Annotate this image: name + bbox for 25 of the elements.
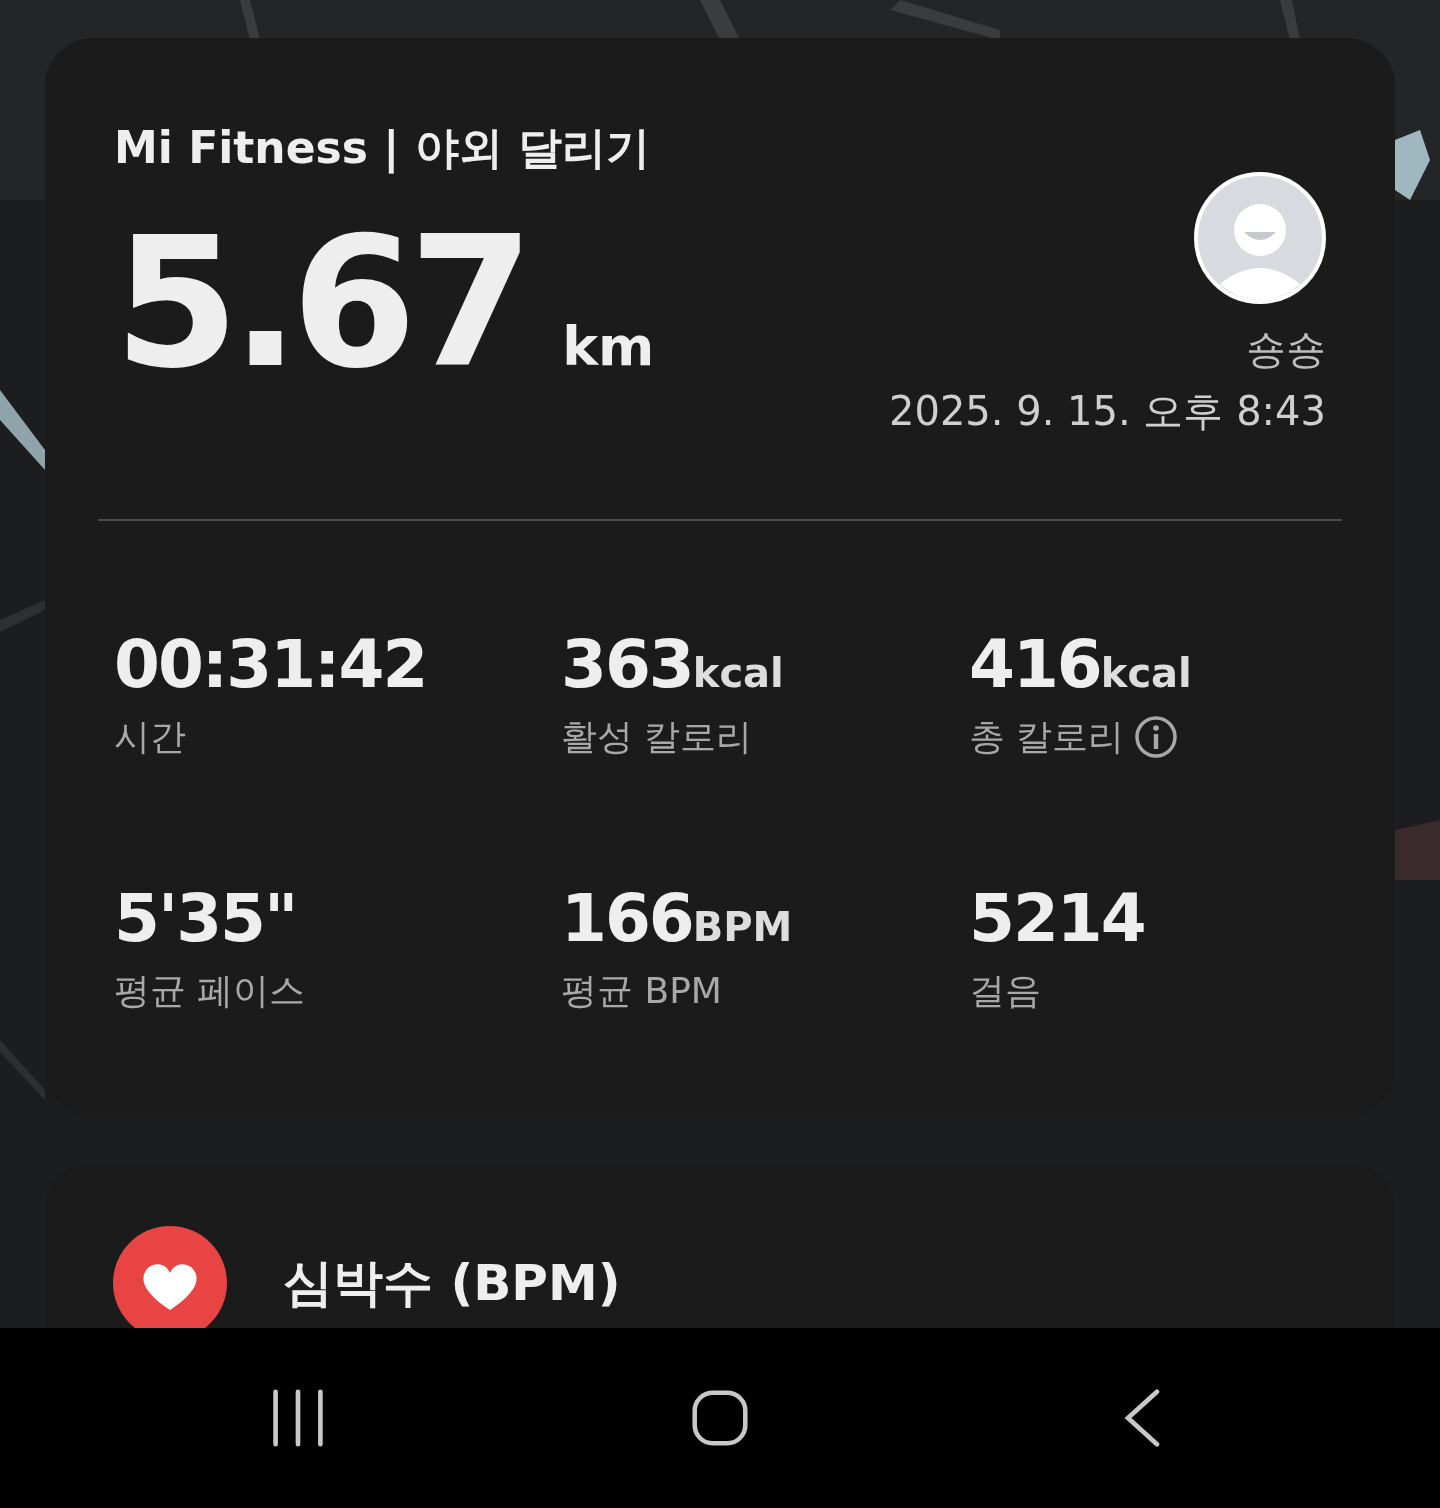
section-title: 심박수 (BPM) <box>283 1253 621 1314</box>
home-icon[interactable] <box>692 1389 748 1447</box>
stat-label: 평균 BPM <box>561 969 722 1013</box>
distance-value: 5.67 <box>114 208 527 398</box>
stat-value: 00:31:42 <box>114 625 427 705</box>
info-icon[interactable] <box>1134 715 1179 759</box>
avatar-icon[interactable] <box>1194 172 1326 304</box>
user-name: 숑숑 <box>1246 325 1326 374</box>
stat-value: 416 <box>969 625 1101 705</box>
stat-unit: kcal <box>1100 650 1192 696</box>
stat-value: 5'35" <box>114 879 297 959</box>
recent-apps-icon[interactable] <box>270 1389 326 1447</box>
stat-label: 시간 <box>114 715 186 759</box>
stat-value: 5214 <box>969 879 1145 959</box>
stat-unit: kcal <box>692 650 784 696</box>
stat-label: 평균 페이스 <box>114 969 306 1013</box>
activity-title: Mi Fitness | 야외 달리기 <box>114 121 651 176</box>
stat-label: 총 칼로리 <box>969 715 1125 759</box>
stat-value: 363 <box>561 625 693 705</box>
stat-label: 활성 칼로리 <box>561 715 753 759</box>
distance-unit: km <box>562 315 655 378</box>
stat-value: 166 <box>561 879 693 959</box>
activity-datetime: 2025. 9. 15. 오후 8:43 <box>889 387 1326 436</box>
stat-unit: BPM <box>692 904 793 950</box>
stat-label: 걸음 <box>969 969 1041 1013</box>
